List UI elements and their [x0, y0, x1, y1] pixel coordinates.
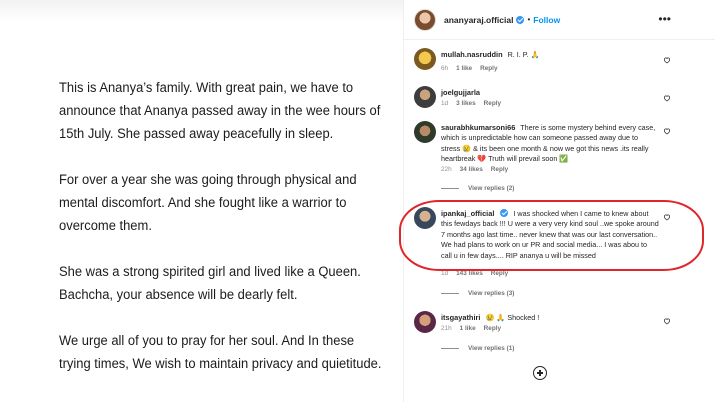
comment-meta: 1d 143 likes Reply	[441, 270, 508, 277]
heart-icon[interactable]	[663, 317, 671, 325]
reply-button[interactable]: Reply	[484, 100, 501, 107]
view-replies-label: View replies (2)	[468, 185, 515, 192]
comment-time: 22h	[441, 166, 452, 173]
verified-badge-icon	[516, 15, 525, 24]
comments-panel: ananyaraj.official • Follow ••• mullah.n…	[404, 0, 715, 402]
comment-likes[interactable]: 1 like	[456, 65, 472, 72]
post-statement: This is Ananya’s family. With great pain…	[59, 76, 385, 398]
more-options-icon[interactable]: •••	[658, 13, 671, 25]
replies-line	[441, 188, 459, 189]
comment-time: 6h	[441, 65, 449, 72]
comment-text: R. I. P. 🙏	[507, 50, 540, 59]
view-replies-button[interactable]: View replies (1)	[441, 345, 514, 352]
view-replies-label: View replies (1)	[468, 345, 515, 352]
comment-body: itsgayathiri 😢 🙏 Shocked !	[441, 313, 659, 323]
separator-dot: •	[527, 15, 531, 24]
comment-meta: 1d 3 likes Reply	[441, 100, 501, 107]
add-comment-icon[interactable]	[533, 366, 547, 380]
comment-text: 😢 🙏 Shocked !	[485, 313, 540, 322]
post-paragraph: For over a year she was going through ph…	[59, 172, 357, 233]
post-paragraph: She was a strong spirited girl and lived…	[59, 264, 361, 302]
post-paragraph: This is Ananya’s family. With great pain…	[59, 80, 381, 141]
heart-icon[interactable]	[663, 127, 671, 135]
heart-icon[interactable]	[663, 213, 671, 221]
comment-body: mullah.nasruddin R. I. P. 🙏	[441, 50, 659, 60]
commenter-avatar[interactable]	[414, 311, 436, 333]
view-replies-button[interactable]: View replies (2)	[441, 185, 514, 192]
post-image: This is Ananya’s family. With great pain…	[0, 0, 403, 402]
view-replies-label: View replies (3)	[468, 290, 515, 297]
comment-likes[interactable]: 3 likes	[456, 100, 476, 107]
heart-icon[interactable]	[663, 94, 671, 102]
commenter-username[interactable]: ipankaj_official	[441, 209, 494, 218]
commenter-avatar[interactable]	[414, 207, 436, 229]
replies-line	[441, 348, 459, 349]
reply-button[interactable]: Reply	[484, 325, 501, 332]
comment-time: 21h	[441, 325, 452, 332]
reply-button[interactable]: Reply	[480, 65, 497, 72]
comment-body: joelgujjarla	[441, 88, 659, 98]
view-replies-button[interactable]: View replies (3)	[441, 290, 514, 297]
heart-icon[interactable]	[663, 56, 671, 64]
commenter-avatar[interactable]	[414, 86, 436, 108]
post-paragraph: We urge all of you to pray for her soul.…	[59, 333, 382, 371]
post-header: ananyaraj.official • Follow •••	[404, 0, 715, 40]
comment-time: 1d	[441, 270, 449, 277]
comment-body: ipankaj_official I was shocked when I ca…	[441, 209, 659, 261]
reply-button[interactable]: Reply	[491, 166, 508, 173]
commenter-username[interactable]: mullah.nasruddin	[441, 50, 503, 59]
commenter-username[interactable]: joelgujjarla	[441, 88, 480, 97]
reply-button[interactable]: Reply	[491, 270, 508, 277]
commenter-username[interactable]: itsgayathiri	[441, 313, 480, 322]
comment-likes[interactable]: 143 likes	[456, 270, 483, 277]
replies-line	[441, 293, 459, 294]
author-username[interactable]: ananyaraj.official	[444, 15, 513, 25]
comment-likes[interactable]: 34 likes	[460, 166, 483, 173]
verified-badge-icon	[500, 209, 509, 217]
commenter-username[interactable]: saurabhkumarsoni66	[441, 123, 515, 132]
comment-body: saurabhkumarsoni66 There is some mystery…	[441, 123, 659, 165]
comment-meta: 22h 34 likes Reply	[441, 166, 508, 173]
follow-button[interactable]: Follow	[533, 15, 560, 25]
author-avatar[interactable]	[414, 8, 436, 31]
commenter-avatar[interactable]	[414, 121, 436, 143]
image-top-edge	[0, 0, 403, 22]
commenter-avatar[interactable]	[414, 48, 436, 70]
comment-likes[interactable]: 1 like	[460, 325, 476, 332]
comment-time: 1d	[441, 100, 449, 107]
comment-meta: 6h 1 like Reply	[441, 65, 498, 72]
comment-meta: 21h 1 like Reply	[441, 325, 501, 332]
